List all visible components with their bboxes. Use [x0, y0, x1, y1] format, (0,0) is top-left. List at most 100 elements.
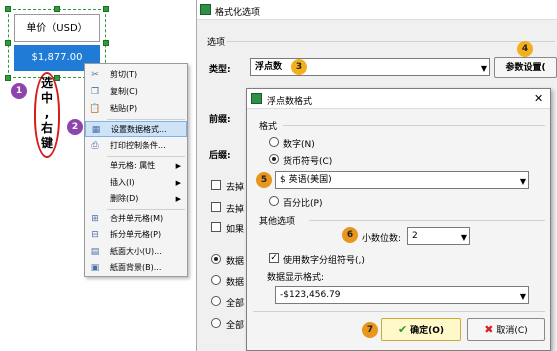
- resize-handle[interactable]: [5, 40, 11, 46]
- type-label: 类型:: [209, 65, 231, 75]
- scissors-icon: ✂: [91, 70, 99, 80]
- decimal-places-select[interactable]: 2 ▼: [407, 227, 470, 245]
- thousands-separator-checkbox[interactable]: ✓: [269, 253, 279, 263]
- type-select-value: 浮点数: [255, 62, 283, 72]
- menu-item-page-size[interactable]: ▤ 紙面大小(U)...: [85, 244, 187, 260]
- annotation-char: ,: [44, 106, 50, 120]
- data-option-label-1: 数据: [226, 257, 245, 267]
- resize-handle[interactable]: [54, 6, 60, 12]
- merge-icon: ⊞: [91, 214, 99, 224]
- ok-button[interactable]: ✔ 确定(O): [381, 318, 461, 341]
- copy-icon: ❐: [90, 87, 100, 97]
- menu-item-copy[interactable]: ❐ 复制(C): [85, 84, 187, 100]
- resize-handle[interactable]: [103, 6, 109, 12]
- percent-radio[interactable]: [269, 196, 279, 206]
- menu-item-label: 设置数据格式...: [111, 125, 167, 134]
- menu-separator: [107, 156, 185, 157]
- annotation-char: 中: [40, 91, 53, 105]
- unit-price-header[interactable]: 单价（USD）: [14, 14, 100, 42]
- menu-item-cell-properties[interactable]: 单元格: 属性 ▶: [85, 158, 187, 174]
- dialog-titlebar: 格式化选项: [197, 0, 557, 20]
- annotation-char: 右: [40, 121, 53, 135]
- currency-radio[interactable]: [269, 154, 279, 164]
- dialog-title: 浮点数格式: [267, 97, 313, 107]
- decimal-places-value: 2: [412, 231, 418, 241]
- format-group-line: [283, 125, 545, 126]
- all-option-label-1: 全部: [226, 299, 245, 309]
- menu-item-cut[interactable]: ✂ 剪切(T): [85, 67, 187, 83]
- menu-item-label: 剪切(T): [110, 70, 138, 79]
- print-icon: ⎙: [91, 141, 99, 151]
- submenu-arrow-icon: ▶: [175, 162, 181, 170]
- all-option-label-2: 全部: [226, 321, 245, 331]
- parameter-settings-button[interactable]: 参数设置(: [494, 57, 557, 78]
- format-group-label: 格式: [259, 122, 278, 132]
- menu-item-label: 删除(D): [110, 194, 139, 203]
- options-group-label: 选项: [207, 38, 226, 48]
- number-radio-label: 数字(N): [283, 140, 315, 150]
- resize-handle[interactable]: [5, 6, 11, 12]
- menu-item-print-condition[interactable]: ⎙ 打印控制条件...: [85, 138, 187, 154]
- context-menu: ✂ 剪切(T) ❐ 复制(C) 📋 粘贴(P) ▦ 设置数据格式... ⎙ 打印…: [84, 63, 188, 277]
- menu-item-format-data[interactable]: ▦ 设置数据格式...: [85, 121, 187, 137]
- button-row-divider: [253, 311, 545, 312]
- step-badge-5: 5: [256, 172, 272, 188]
- all-option-radio-2[interactable]: [211, 318, 221, 328]
- step-badge-7: 7: [362, 322, 378, 338]
- data-option-radio-1[interactable]: [211, 254, 221, 264]
- cancel-button-label: 取消(C): [496, 326, 528, 336]
- menu-item-label: 拆分单元格(P): [110, 230, 162, 239]
- menu-item-label: 紙面大小(U)...: [110, 247, 162, 256]
- paste-icon: 📋: [89, 104, 101, 114]
- resize-handle[interactable]: [5, 75, 11, 81]
- if-option-checkbox[interactable]: [211, 222, 221, 232]
- submenu-arrow-icon: ▶: [175, 195, 181, 203]
- menu-item-delete[interactable]: 删除(D) ▶: [85, 191, 187, 207]
- display-format-label: 数据显示格式:: [267, 273, 325, 283]
- menu-separator: [107, 119, 185, 120]
- remove-option-checkbox-2[interactable]: [211, 202, 221, 212]
- cancel-button[interactable]: ✖ 取消(C): [467, 318, 545, 341]
- type-select[interactable]: 浮点数 ▼: [250, 58, 490, 76]
- currency-select-value: $ 英语(美国): [280, 175, 332, 185]
- currency-select[interactable]: $ 英语(美国) ▼: [275, 171, 529, 189]
- all-option-radio-1[interactable]: [211, 296, 221, 306]
- options-group-line: [227, 41, 555, 42]
- other-options-line: [309, 220, 545, 221]
- menu-item-label: 复制(C): [110, 87, 138, 96]
- chevron-down-icon: ▼: [519, 292, 526, 301]
- submenu-arrow-icon: ▶: [175, 179, 181, 187]
- menu-item-paste[interactable]: 📋 粘贴(P): [85, 101, 187, 117]
- percent-radio-label: 百分比(P): [283, 199, 323, 209]
- resize-handle[interactable]: [103, 40, 109, 46]
- cancel-x-icon: ✖: [484, 323, 494, 336]
- data-option-radio-2[interactable]: [211, 275, 221, 285]
- step-badge-1: 1: [11, 83, 27, 99]
- menu-item-page-background[interactable]: ▣ 紙面背景(B)...: [85, 260, 187, 276]
- step-badge-3: 3: [291, 59, 307, 75]
- suffix-label: 后缀:: [209, 151, 231, 161]
- remove-option-checkbox-1[interactable]: [211, 180, 221, 190]
- dialog-app-icon: [200, 4, 211, 15]
- menu-item-split-cells[interactable]: ⊟ 拆分单元格(P): [85, 227, 187, 243]
- remove-option-label-1: 去掉: [226, 183, 245, 193]
- display-format-value: -$123,456.79: [280, 290, 341, 300]
- menu-item-label: 单元格: 属性: [110, 161, 156, 170]
- step-badge-4: 4: [517, 41, 533, 57]
- number-radio[interactable]: [269, 137, 279, 147]
- menu-item-label: 粘贴(P): [110, 104, 138, 113]
- close-icon[interactable]: ✕: [534, 92, 543, 105]
- menu-item-insert[interactable]: 插入(I) ▶: [85, 175, 187, 191]
- dialog-title: 格式化选项: [215, 8, 261, 18]
- display-format-select[interactable]: -$123,456.79 ▼: [275, 286, 529, 304]
- other-options-label: 其他选项: [259, 217, 296, 227]
- menu-separator: [107, 209, 185, 210]
- step-badge-2: 2: [67, 119, 83, 135]
- dialog-titlebar: 浮点数格式 ✕: [247, 89, 550, 109]
- prefix-label: 前缀:: [209, 115, 231, 125]
- annotation-text: 选 中 , 右 键: [35, 76, 59, 151]
- menu-item-label: 合并单元格(M): [110, 214, 164, 223]
- ok-button-label: 确定(O): [410, 326, 444, 336]
- menu-item-merge-cells[interactable]: ⊞ 合并单元格(M): [85, 211, 187, 227]
- annotation-char: 选: [40, 76, 53, 90]
